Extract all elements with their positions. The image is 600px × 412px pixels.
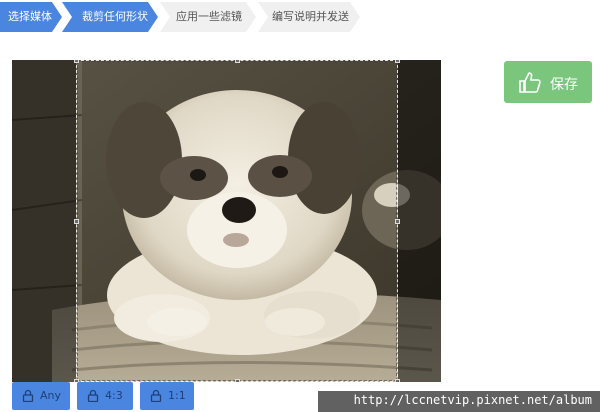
resize-handle-top[interactable] (235, 60, 240, 63)
resize-handle-right[interactable] (395, 219, 400, 224)
ratio-4-3-button[interactable]: 4:3 (77, 382, 133, 410)
watermark-text: http://lccnetvip.pixnet.net/album (353, 393, 592, 407)
resize-handle-left[interactable] (74, 219, 79, 224)
lock-icon (150, 389, 162, 402)
ratio-label: 4:3 (105, 389, 123, 402)
step-crop-shape[interactable]: 裁剪任何形状 (62, 2, 158, 32)
crop-selection[interactable] (74, 60, 400, 382)
save-label: 保存 (550, 77, 578, 93)
step-write-and-send[interactable]: 编写说明并发送 (258, 2, 360, 32)
watermark: http://lccnetvip.pixnet.net/album (318, 391, 600, 412)
wizard-steps: 选择媒体 裁剪任何形状 应用一些滤镜 编写说明并发送 (0, 0, 600, 32)
resize-handle-bottom[interactable] (235, 379, 240, 382)
step-label: 选择媒体 (8, 10, 52, 23)
resize-handle-top-right[interactable] (395, 60, 400, 63)
ratio-1-1-button[interactable]: 1:1 (140, 382, 194, 410)
ratio-label: 1:1 (168, 389, 186, 402)
crop-mask-left (12, 60, 76, 382)
image-cropper[interactable] (12, 60, 441, 382)
ratio-label: Any (40, 389, 62, 402)
thumbs-up-icon (519, 72, 541, 93)
lock-icon (87, 389, 99, 402)
resize-handle-top-left[interactable] (74, 60, 79, 63)
step-label: 裁剪任何形状 (82, 10, 148, 23)
step-select-media[interactable]: 选择媒体 (0, 2, 62, 32)
lock-icon (22, 389, 34, 402)
step-apply-filters[interactable]: 应用一些滤镜 (160, 2, 256, 32)
save-button[interactable]: 保存 (504, 61, 592, 103)
step-label: 编写说明并发送 (272, 10, 349, 23)
step-label: 应用一些滤镜 (176, 10, 242, 23)
resize-handle-bottom-right[interactable] (395, 379, 400, 382)
ratio-any-button[interactable]: Any (12, 382, 70, 410)
crop-mask-right (398, 60, 441, 382)
